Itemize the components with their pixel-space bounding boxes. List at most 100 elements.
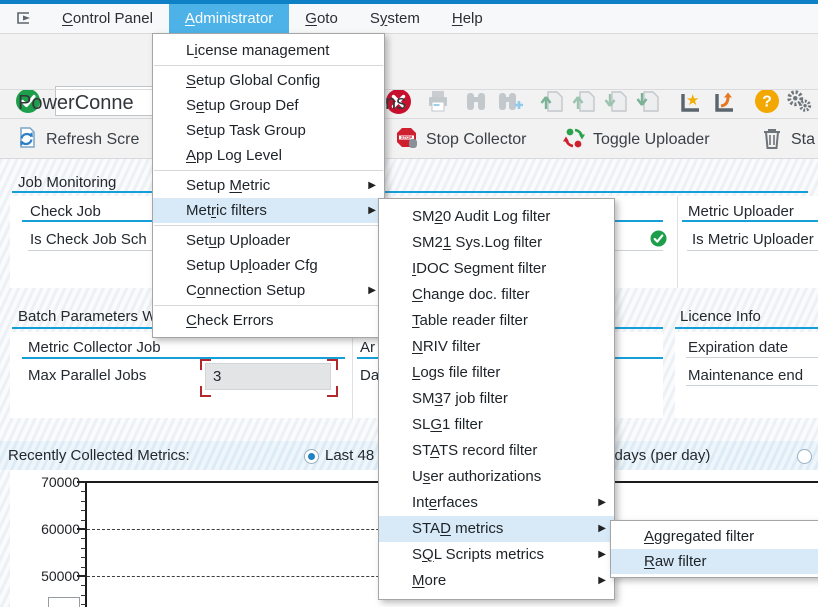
maintenance-end-label: Maintenance end <box>688 367 803 384</box>
row-underline <box>686 357 818 358</box>
expiration-date-label: Expiration date <box>688 339 788 356</box>
7-days-radio[interactable] <box>797 449 812 464</box>
submenu-arrow-icon: ▶ <box>368 173 376 198</box>
menu-separator <box>154 65 383 66</box>
menu-item-license-management[interactable]: License management <box>153 38 384 63</box>
svg-text:★: ★ <box>686 92 699 109</box>
page-up-icon[interactable] <box>570 87 598 115</box>
job-monitoring-title: Job Monitoring <box>18 174 116 191</box>
toggle-icon <box>562 126 586 155</box>
menu-separator <box>154 170 383 171</box>
page-title-fragment: ns <box>385 92 406 115</box>
menu-item-logs-file-filter[interactable]: Logs file filter <box>379 360 614 386</box>
menu-item-raw-filter[interactable]: Raw filter <box>611 549 818 574</box>
menu-item-label: SM20 Audit Log filter <box>412 208 550 225</box>
menu-item-check-errors[interactable]: Check Errors <box>153 308 384 333</box>
shortcut-icon[interactable] <box>712 87 740 115</box>
menu-item-label: SLG1 filter <box>412 416 483 433</box>
customize-icon[interactable] <box>785 87 813 115</box>
menu-item-sm21-sys-log-filter[interactable]: SM21 Sys.Log filter <box>379 230 614 256</box>
menu-item-setup-global-config[interactable]: Setup Global Config <box>153 68 384 93</box>
find-next-icon[interactable] <box>496 87 524 115</box>
row-underline <box>686 385 818 386</box>
menu-item-label: Connection Setup <box>186 282 305 299</box>
column-divider <box>352 332 353 418</box>
menu-item-setup-uploader-cfg[interactable]: Setup Uploader Cfg <box>153 253 384 278</box>
submenu-arrow-icon: ▶ <box>598 568 606 594</box>
menu-item-setup-task-group[interactable]: Setup Task Group <box>153 118 384 143</box>
submenu-arrow-icon: ▶ <box>598 516 606 542</box>
menu-item-label: Table reader filter <box>412 312 528 329</box>
page-title: PowerConne <box>18 92 134 115</box>
cursor-corner <box>327 359 338 370</box>
help-icon[interactable]: ? <box>753 87 781 115</box>
menu-item-sm20-audit-log-filter[interactable]: SM20 Audit Log filter <box>379 204 614 230</box>
menu-bar: Control PanelAdministratorGotoSystemHelp <box>0 4 818 34</box>
stad-metrics-submenu: Aggregated filterRaw filter <box>610 520 818 578</box>
menu-item-label: Setup Uploader Cfg <box>186 257 318 274</box>
new-session-icon[interactable]: ★ <box>678 87 706 115</box>
archive-header: Ar <box>360 339 375 356</box>
standard-toolbar: ★ ? <box>0 34 818 89</box>
first-page-icon[interactable] <box>538 87 566 115</box>
menu-item-change-doc-filter[interactable]: Change doc. filter <box>379 282 614 308</box>
menubar-item-control-panel[interactable]: Control Panel <box>46 4 169 33</box>
menu-item-sql-scripts-metrics[interactable]: SQL Scripts metrics▶ <box>379 542 614 568</box>
menu-item-connection-setup[interactable]: Connection Setup▶ <box>153 278 384 303</box>
y-axis-minor-tick <box>81 520 86 521</box>
menubar-item-administrator[interactable]: Administrator <box>169 4 289 33</box>
menu-item-stats-record-filter[interactable]: STATS record filter <box>379 438 614 464</box>
menu-item-setup-group-def[interactable]: Setup Group Def <box>153 93 384 118</box>
y-axis-minor-tick <box>81 595 86 596</box>
system-menu-icon[interactable] <box>0 4 46 33</box>
menubar-item-goto[interactable]: Goto <box>289 4 354 33</box>
metric-filters-submenu: SM20 Audit Log filter SM21 Sys.Log filter… <box>378 198 615 600</box>
print-icon[interactable] <box>424 87 452 115</box>
refresh-icon <box>14 125 39 155</box>
y-axis-minor-tick <box>81 604 86 605</box>
menu-item-label: Change doc. filter <box>412 286 530 303</box>
menu-item-app-log-level[interactable]: App Log Level <box>153 143 384 168</box>
menu-item-metric-filters[interactable]: Metric filters▶ <box>153 198 384 223</box>
svg-text:?: ? <box>762 94 772 111</box>
y-axis-tick-label: 60000 <box>30 521 80 537</box>
stop-collector-button[interactable]: STOP Stop Collector <box>395 123 527 157</box>
menu-item-label: Setup Task Group <box>186 122 306 139</box>
menu-item-interfaces[interactable]: Interfaces▶ <box>379 490 614 516</box>
find-icon[interactable] <box>462 87 490 115</box>
y-axis-major-tick <box>77 481 86 483</box>
menu-item-slg1-filter[interactable]: SLG1 filter <box>379 412 614 438</box>
delete-button[interactable]: Sta <box>760 123 815 157</box>
menu-item-label: Setup Group Def <box>186 97 299 114</box>
y-axis-minor-tick <box>81 548 86 549</box>
page-down-icon[interactable] <box>602 87 630 115</box>
toggle-uploader-button[interactable]: Toggle Uploader <box>562 123 710 157</box>
menu-item-idoc-segment-filter[interactable]: IDOC Segment filter <box>379 256 614 282</box>
menu-item-more[interactable]: More▶ <box>379 568 614 594</box>
chart-legend-partial <box>48 597 80 607</box>
recently-collected-metrics-label: Recently Collected Metrics: <box>8 447 190 464</box>
menubar-item-help[interactable]: Help <box>436 4 499 33</box>
menu-item-sm37-job-filter[interactable]: SM37 job filter <box>379 386 614 412</box>
row-underline <box>687 250 818 251</box>
menu-item-user-authorizations[interactable]: User authorizations <box>379 464 614 490</box>
menu-item-setup-uploader[interactable]: Setup Uploader <box>153 228 384 253</box>
toggle-uploader-label: Toggle Uploader <box>593 131 710 149</box>
menu-item-aggregated-filter[interactable]: Aggregated filter <box>611 524 818 549</box>
menubar-item-system[interactable]: System <box>354 4 436 33</box>
menu-item-table-reader-filter[interactable]: Table reader filter <box>379 308 614 334</box>
separator <box>0 118 818 119</box>
max-parallel-jobs-label: Max Parallel Jobs <box>28 367 146 384</box>
7-days-label[interactable]: 7 days (per day) <box>602 447 710 464</box>
last-page-icon[interactable] <box>634 87 662 115</box>
check-job-header: Check Job <box>30 203 101 220</box>
last-48h-radio[interactable] <box>304 449 319 464</box>
y-axis-minor-tick <box>81 585 86 586</box>
max-parallel-jobs-field[interactable]: 3 <box>205 363 331 390</box>
menu-item-stad-metrics[interactable]: STAD metrics▶ <box>379 516 614 542</box>
refresh-screen-button[interactable]: Refresh Scre <box>14 123 139 157</box>
menu-item-setup-metric[interactable]: Setup Metric▶ <box>153 173 384 198</box>
batch-parameters-title: Batch Parameters W <box>18 308 156 325</box>
menu-item-nriv-filter[interactable]: NRIV filter <box>379 334 614 360</box>
menu-item-label: NRIV filter <box>412 338 480 355</box>
